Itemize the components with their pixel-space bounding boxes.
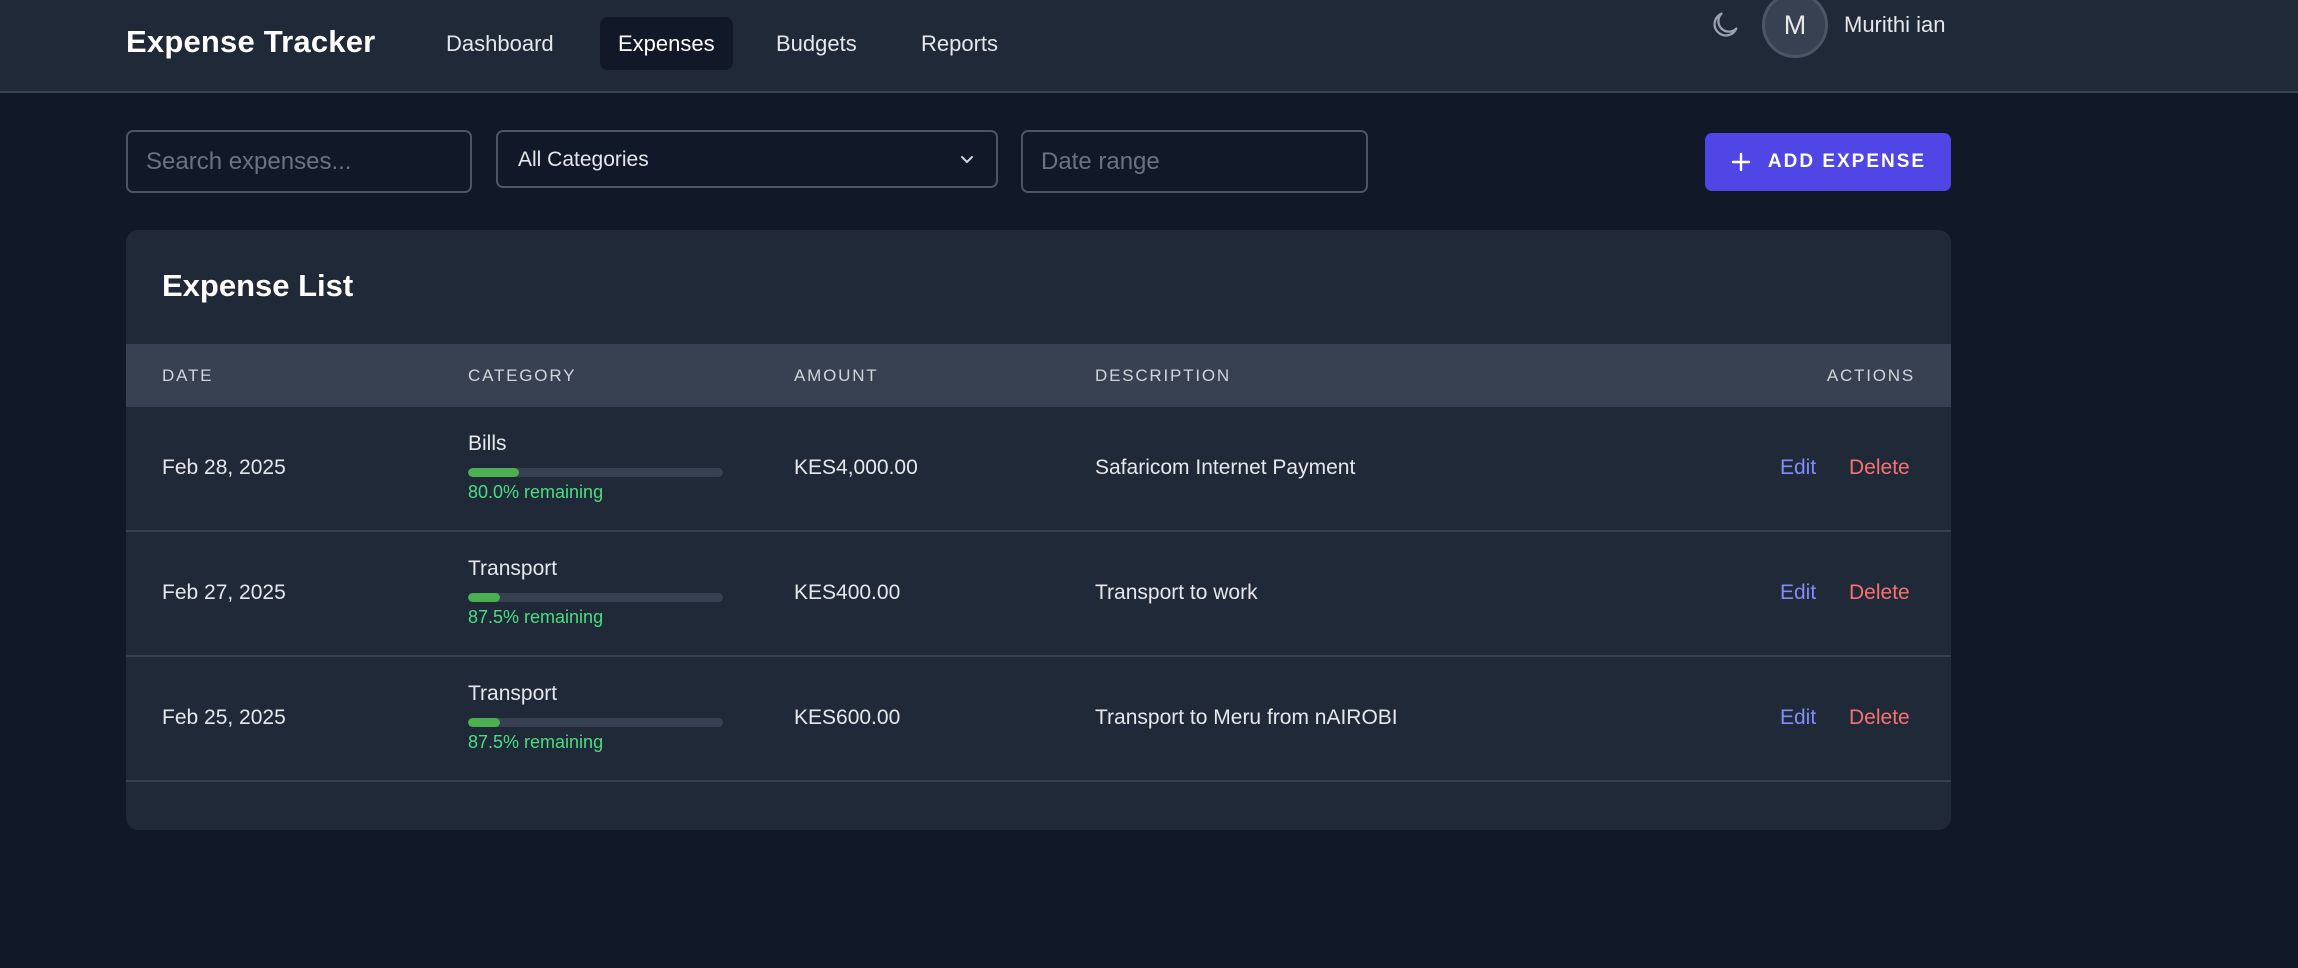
card-title: Expense List	[162, 268, 354, 303]
nav-link-dashboard[interactable]: Dashboard	[428, 17, 572, 70]
expense-date: Feb 27, 2025	[162, 581, 286, 604]
expense-category: Transport	[468, 682, 558, 705]
expense-date: Feb 28, 2025	[162, 456, 286, 479]
budget-progress-bar	[468, 593, 723, 602]
table-row: Feb 27, 2025 Transport 87.5% remaining K…	[126, 532, 1951, 657]
expense-category: Bills	[468, 432, 507, 455]
budget-remaining-text: 87.5% remaining	[468, 732, 604, 752]
category-select-value: All Categories	[518, 148, 649, 171]
budget-remaining-text: 87.5% remaining	[468, 607, 604, 627]
expense-amount: KES400.00	[794, 581, 901, 604]
nav-link-reports[interactable]: Reports	[903, 17, 1016, 70]
column-header-date: DATE	[162, 366, 214, 385]
column-header-amount: AMOUNT	[794, 366, 879, 385]
nav-link-budgets[interactable]: Budgets	[758, 17, 875, 70]
nav-link-expenses[interactable]: Expenses	[600, 17, 733, 70]
expense-category: Transport	[468, 557, 558, 580]
app-title[interactable]: Expense Tracker	[126, 24, 375, 60]
budget-progress-fill	[468, 468, 519, 477]
chevron-down-icon	[958, 151, 976, 169]
delete-button[interactable]: Delete	[1849, 706, 1910, 730]
user-name: Murithi ian	[1844, 12, 1946, 37]
column-header-description: DESCRIPTION	[1095, 366, 1231, 385]
table-header: DATE CATEGORY AMOUNT DESCRIPTION ACTIONS	[126, 344, 1951, 407]
expense-description: Transport to Meru from nAIROBI	[1095, 706, 1398, 729]
expense-date: Feb 25, 2025	[162, 706, 286, 729]
expense-description: Transport to work	[1095, 581, 1258, 604]
column-header-category: CATEGORY	[468, 366, 577, 385]
budget-progress-fill	[468, 593, 500, 602]
expense-description: Safaricom Internet Payment	[1095, 456, 1356, 479]
budget-progress-bar	[468, 718, 723, 727]
moon-icon[interactable]	[1708, 8, 1742, 42]
avatar-initial: M	[1783, 9, 1807, 40]
category-select[interactable]: All Categories	[496, 130, 998, 188]
table-row: Feb 28, 2025 Bills 80.0% remaining KES4,…	[126, 407, 1951, 532]
add-expense-button[interactable]: ADD EXPENSE	[1705, 133, 1951, 191]
plus-icon	[1730, 151, 1752, 173]
avatar[interactable]: M	[1762, 0, 1828, 58]
budget-progress-fill	[468, 718, 500, 727]
column-header-actions: ACTIONS	[1826, 366, 1915, 385]
budget-progress-bar	[468, 468, 723, 477]
top-navbar: Expense Tracker Dashboard Expenses Budge…	[0, 0, 2298, 93]
search-input[interactable]	[126, 130, 472, 193]
edit-button[interactable]: Edit	[1780, 706, 1816, 730]
date-range-input[interactable]	[1021, 130, 1368, 193]
add-expense-label: ADD EXPENSE	[1767, 151, 1927, 172]
expense-list-card: Expense List DATE CATEGORY AMOUNT DESCRI…	[126, 230, 1951, 830]
table-row: Feb 25, 2025 Transport 87.5% remaining K…	[126, 657, 1951, 782]
delete-button[interactable]: Delete	[1849, 581, 1910, 605]
edit-button[interactable]: Edit	[1780, 581, 1816, 605]
delete-button[interactable]: Delete	[1849, 456, 1910, 480]
edit-button[interactable]: Edit	[1780, 456, 1816, 480]
expense-amount: KES600.00	[794, 706, 901, 729]
budget-remaining-text: 80.0% remaining	[468, 482, 604, 502]
expense-amount: KES4,000.00	[794, 456, 918, 479]
